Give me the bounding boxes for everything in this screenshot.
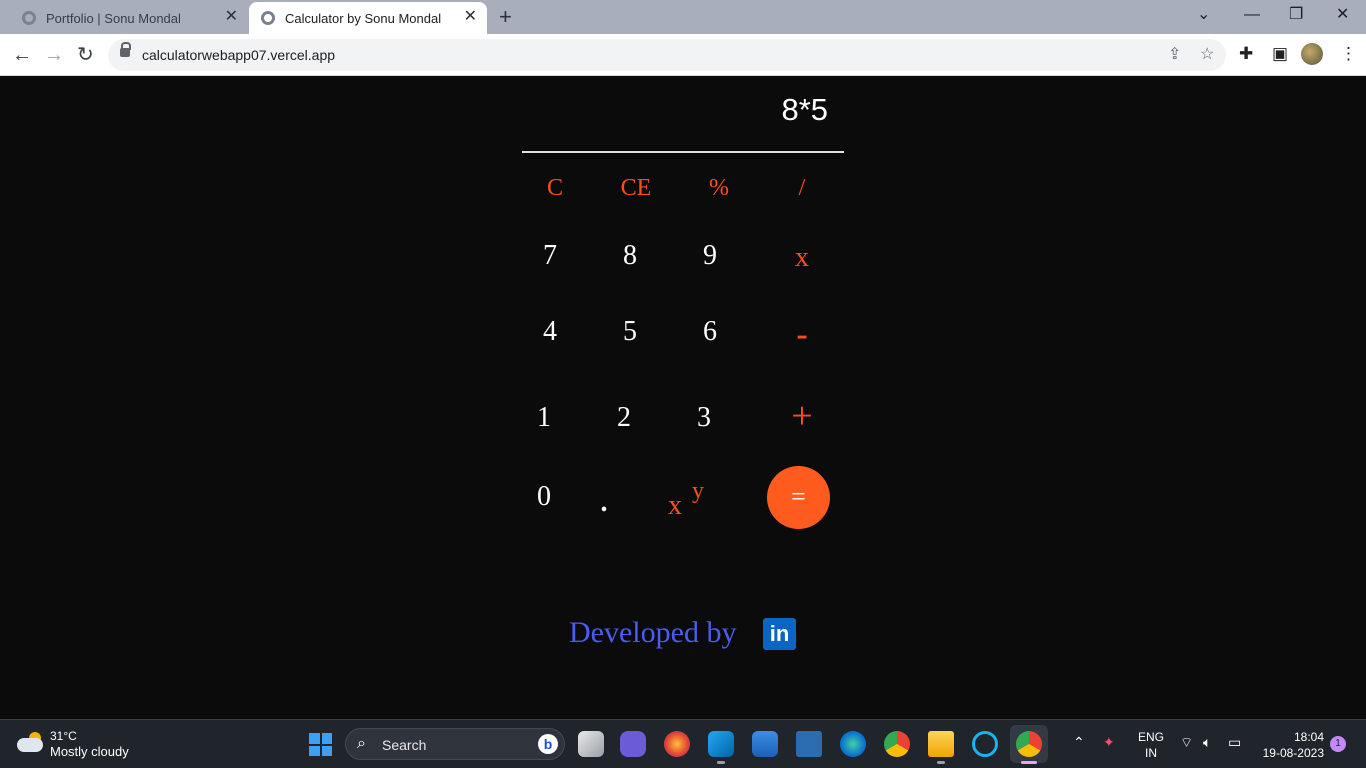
digit-9-button[interactable]: 9: [685, 239, 735, 273]
clock-time: 18:04: [1293, 730, 1324, 744]
weather-temperature[interactable]: 31°C: [50, 729, 77, 743]
new-tab-button[interactable]: +: [499, 4, 512, 30]
display-divider: [522, 151, 844, 153]
firefox-icon[interactable]: [664, 731, 690, 757]
digit-2-button[interactable]: 2: [599, 401, 649, 435]
digit-7-button[interactable]: 7: [525, 239, 575, 273]
linkedin-icon[interactable]: in: [763, 618, 796, 650]
windows-taskbar: 31°C Mostly cloudy ⌕ Search b ⌃ ✦ ENG IN…: [0, 719, 1366, 768]
tab-calculator[interactable]: Calculator by Sonu Mondal ✕: [249, 2, 487, 34]
calculator-display: 8*5: [781, 92, 828, 127]
power-base: x: [668, 490, 682, 521]
bookmark-star-icon[interactable]: ☆: [1200, 44, 1214, 64]
developer-credit: Developed by: [569, 616, 737, 649]
region-code: IN: [1145, 746, 1157, 760]
back-arrow-icon[interactable]: ←: [12, 42, 32, 68]
equals-button[interactable]: =: [767, 466, 830, 529]
task-view-icon[interactable]: [578, 731, 604, 757]
tab-portfolio[interactable]: Portfolio | Sonu Mondal ✕: [8, 2, 248, 34]
digit-6-button[interactable]: 6: [685, 315, 735, 349]
tab-label: Portfolio | Sonu Mondal: [46, 10, 181, 26]
taskbar-search-box[interactable]: ⌕ Search b: [345, 728, 565, 760]
percent-button[interactable]: %: [694, 171, 744, 205]
chrome-icon[interactable]: [884, 731, 910, 757]
multiply-button[interactable]: x: [777, 241, 827, 275]
mail-icon[interactable]: [752, 731, 778, 757]
chevron-up-icon[interactable]: ⌃: [1073, 734, 1085, 751]
edge-icon[interactable]: [840, 731, 866, 757]
vscode-icon[interactable]: [708, 731, 734, 764]
language-indicator[interactable]: ENG IN: [1138, 729, 1164, 761]
power-button[interactable]: x y: [662, 476, 722, 521]
calculator-page: 8*5 C CE % / 7 8 9 x 4 5 6 - 1 2 3 + 0 .…: [0, 76, 1366, 719]
search-icon: ⌕: [357, 735, 366, 752]
url-text[interactable]: calculatorwebapp07.vercel.app: [142, 47, 335, 63]
profile-avatar[interactable]: [1301, 43, 1323, 65]
file-explorer-icon[interactable]: [928, 731, 954, 764]
mysql-workbench-icon[interactable]: [796, 731, 822, 757]
divide-button[interactable]: /: [777, 171, 827, 205]
teams-chat-icon[interactable]: [620, 731, 646, 757]
digit-5-button[interactable]: 5: [605, 315, 655, 349]
chrome-profile-active-button[interactable]: [1010, 725, 1048, 764]
digit-3-button[interactable]: 3: [679, 401, 729, 435]
decimal-point-button[interactable]: .: [579, 486, 629, 520]
globe-icon: [261, 11, 275, 25]
tab-label: Calculator by Sonu Mondal: [285, 10, 442, 26]
tab-strip: Portfolio | Sonu Mondal ✕ Calculator by …: [0, 0, 1366, 34]
window-close-button[interactable]: ✕: [1336, 4, 1349, 26]
language-code: ENG: [1138, 730, 1165, 744]
close-icon[interactable]: ✕: [464, 9, 477, 25]
browser-toolbar: ← → ↻ calculatorwebapp07.vercel.app ⇪ ☆ …: [0, 34, 1366, 76]
digit-0-button[interactable]: 0: [519, 480, 569, 514]
bing-icon[interactable]: b: [538, 734, 558, 754]
lock-icon[interactable]: [120, 42, 131, 57]
chrome-icon: [1016, 731, 1042, 757]
reload-icon[interactable]: ↻: [77, 42, 94, 68]
partly-cloudy-icon[interactable]: [17, 732, 43, 752]
clear-button[interactable]: C: [530, 171, 580, 205]
volume-icon[interactable]: 🔈︎: [1203, 734, 1211, 751]
wifi-icon[interactable]: ⌔: [1180, 734, 1193, 752]
cortana-icon[interactable]: [972, 731, 998, 757]
digit-4-button[interactable]: 4: [525, 315, 575, 349]
clock-date: 19-08-2023: [1262, 746, 1324, 760]
close-icon[interactable]: ✕: [225, 9, 238, 25]
windows-start-icon[interactable]: [309, 733, 332, 756]
system-clock[interactable]: 18:04 19-08-2023: [1258, 729, 1324, 761]
globe-icon: [22, 11, 36, 25]
battery-icon[interactable]: ▭: [1228, 734, 1241, 751]
share-icon[interactable]: ⇪: [1168, 44, 1181, 64]
forward-arrow-icon[interactable]: →: [44, 42, 64, 68]
power-exponent: y: [692, 478, 704, 504]
add-button[interactable]: +: [777, 397, 827, 435]
taskbar-search-placeholder: Search: [382, 737, 427, 753]
menu-kebab-icon[interactable]: ⋮: [1340, 44, 1357, 64]
notification-badge[interactable]: 1: [1330, 736, 1346, 752]
restore-button[interactable]: ❐: [1289, 4, 1303, 26]
weather-description[interactable]: Mostly cloudy: [50, 744, 129, 759]
clear-entry-button[interactable]: CE: [611, 171, 661, 205]
minimize-button[interactable]: —: [1244, 4, 1260, 26]
dropbox-icon[interactable]: ✦: [1103, 734, 1115, 751]
subtract-button[interactable]: -: [777, 318, 827, 352]
digit-8-button[interactable]: 8: [605, 239, 655, 273]
address-bar[interactable]: calculatorwebapp07.vercel.app ⇪ ☆: [108, 39, 1226, 71]
extensions-puzzle-icon[interactable]: ✚: [1239, 44, 1253, 64]
side-panel-icon[interactable]: ▣: [1272, 44, 1288, 64]
tab-search-chevron-icon[interactable]: ⌄: [1197, 4, 1210, 26]
digit-1-button[interactable]: 1: [519, 401, 569, 435]
